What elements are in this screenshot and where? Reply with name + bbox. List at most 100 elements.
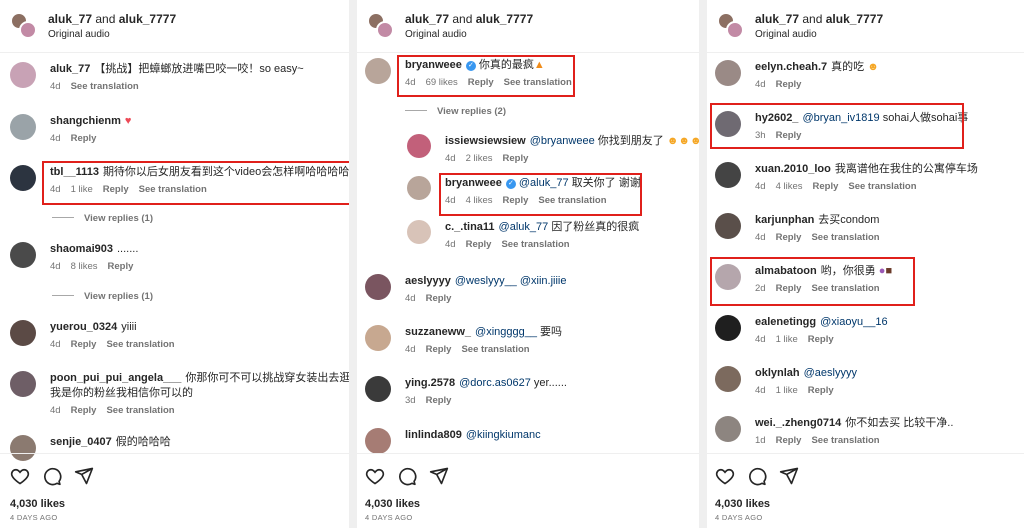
collab-avatars[interactable] — [367, 12, 395, 40]
heart-icon[interactable] — [365, 466, 385, 491]
see-translation-link[interactable]: See translation — [461, 344, 529, 355]
reply-button[interactable]: Reply — [426, 395, 452, 406]
avatar[interactable] — [715, 416, 741, 442]
likes-count[interactable]: 4,030 likes — [715, 498, 770, 510]
comment-username[interactable]: yuerou_0324 — [50, 321, 117, 333]
comment-username[interactable]: senjie_0407 — [50, 436, 112, 448]
see-translation-link[interactable]: See translation — [501, 239, 569, 250]
comment-username[interactable]: c._.tina11 — [445, 221, 495, 233]
comment-username[interactable]: aluk_77 — [50, 63, 90, 75]
reply-button[interactable]: Reply — [466, 239, 492, 250]
see-translation-link[interactable]: See translation — [71, 81, 139, 92]
avatar[interactable] — [10, 435, 36, 461]
mention-link[interactable]: @kiingkiumanc — [466, 429, 541, 441]
avatar[interactable] — [715, 366, 741, 392]
heart-icon[interactable] — [715, 466, 735, 491]
reply-button[interactable]: Reply — [776, 232, 802, 243]
comment-username[interactable]: ying.2578 — [405, 377, 455, 389]
avatar[interactable] — [365, 428, 391, 454]
audio-label[interactable]: Original audio — [48, 29, 110, 40]
avatar[interactable] — [407, 134, 431, 158]
reply-button[interactable]: Reply — [808, 385, 834, 396]
comment-username[interactable]: issiewsiewsiew — [445, 135, 526, 147]
share-icon[interactable] — [779, 466, 799, 491]
view-replies-button[interactable]: View replies (2) — [405, 106, 506, 117]
see-translation-link[interactable]: See translation — [106, 405, 174, 416]
mention-link[interactable]: @xiaoyu__16 — [820, 316, 887, 328]
avatar[interactable] — [10, 62, 36, 88]
comment-username[interactable]: oklynlah — [755, 367, 800, 379]
comment-username[interactable]: eelyn.cheah.7 — [755, 61, 827, 73]
comment-likes[interactable]: 1 like — [776, 385, 798, 396]
comment-likes[interactable]: 1 like — [776, 334, 798, 345]
see-translation-link[interactable]: See translation — [106, 339, 174, 350]
comment-username[interactable]: xuan.2010_loo — [755, 163, 831, 175]
avatar[interactable] — [10, 320, 36, 346]
reply-button[interactable]: Reply — [813, 181, 839, 192]
avatar[interactable] — [407, 176, 431, 200]
view-replies-button[interactable]: View replies (1) — [52, 213, 153, 224]
avatar[interactable] — [365, 58, 391, 84]
mention-link[interactable]: @aeslyyyy — [804, 367, 857, 379]
reply-button[interactable]: Reply — [71, 133, 97, 144]
heart-icon[interactable] — [10, 466, 30, 491]
share-icon[interactable] — [74, 466, 94, 491]
mention-link[interactable]: @bryanweee — [530, 135, 595, 147]
avatar[interactable] — [10, 165, 36, 191]
comment-likes[interactable]: 8 likes — [71, 261, 98, 272]
reply-button[interactable]: Reply — [71, 339, 97, 350]
view-replies-button[interactable]: View replies (1) — [52, 291, 153, 302]
comment-icon[interactable] — [397, 466, 417, 491]
collab-avatars[interactable] — [717, 12, 745, 40]
comment-likes[interactable]: 4 likes — [776, 181, 803, 192]
avatar[interactable] — [10, 242, 36, 268]
mention-link[interactable]: @weslyyy__ @xiin.jiiie — [455, 275, 567, 287]
see-translation-link[interactable]: See translation — [811, 435, 879, 446]
avatar[interactable] — [10, 371, 36, 397]
reply-button[interactable]: Reply — [776, 435, 802, 446]
avatar[interactable] — [715, 60, 741, 86]
reply-button[interactable]: Reply — [426, 293, 452, 304]
reply-button[interactable]: Reply — [503, 153, 529, 164]
likes-count[interactable]: 4,030 likes — [10, 498, 65, 510]
comment-likes[interactable]: 2 likes — [466, 153, 493, 164]
see-translation-link[interactable]: See translation — [811, 232, 879, 243]
reply-button[interactable]: Reply — [108, 261, 134, 272]
comment-icon[interactable] — [42, 466, 62, 491]
audio-label[interactable]: Original audio — [405, 29, 467, 40]
comment-username[interactable]: shangchienm — [50, 115, 121, 127]
mention-link[interactable]: @dorc.as0627 — [459, 377, 531, 389]
post-authors[interactable]: aluk_77 and aluk_7777 — [405, 12, 533, 26]
comment-username[interactable]: wei._.zheng0714 — [755, 417, 841, 429]
reply-button[interactable]: Reply — [426, 344, 452, 355]
avatar[interactable] — [365, 376, 391, 402]
divider — [0, 453, 349, 454]
collab-avatars[interactable] — [10, 12, 38, 40]
avatar[interactable] — [365, 274, 391, 300]
share-icon[interactable] — [429, 466, 449, 491]
avatar[interactable] — [715, 213, 741, 239]
comment-username[interactable]: poon_pui_pui_angela___ — [50, 372, 181, 384]
see-translation-link[interactable]: See translation — [848, 181, 916, 192]
comment-username[interactable]: shaomai903 — [50, 243, 113, 255]
comment-username[interactable]: linlinda809 — [405, 429, 462, 441]
audio-label[interactable]: Original audio — [755, 29, 817, 40]
avatar[interactable] — [10, 114, 36, 140]
comment-username[interactable]: suzzaneww_ — [405, 326, 471, 338]
reply-button[interactable]: Reply — [71, 405, 97, 416]
avatar[interactable] — [715, 162, 741, 188]
mention-link[interactable]: @aluk_77 — [499, 221, 549, 233]
comment-username[interactable]: karjunphan — [755, 214, 814, 226]
reply-button[interactable]: Reply — [808, 334, 834, 345]
avatar[interactable] — [407, 220, 431, 244]
post-authors[interactable]: aluk_77 and aluk_7777 — [755, 12, 883, 26]
comment-icon[interactable] — [747, 466, 767, 491]
avatar[interactable] — [365, 325, 391, 351]
avatar[interactable] — [715, 315, 741, 341]
reply-button[interactable]: Reply — [776, 79, 802, 90]
post-authors[interactable]: aluk_77 and aluk_7777 — [48, 12, 176, 26]
likes-count[interactable]: 4,030 likes — [365, 498, 420, 510]
comment-username[interactable]: ealenetingg — [755, 316, 816, 328]
mention-link[interactable]: @xingggg__ — [475, 326, 537, 338]
comment-username[interactable]: aeslyyyy — [405, 275, 451, 287]
